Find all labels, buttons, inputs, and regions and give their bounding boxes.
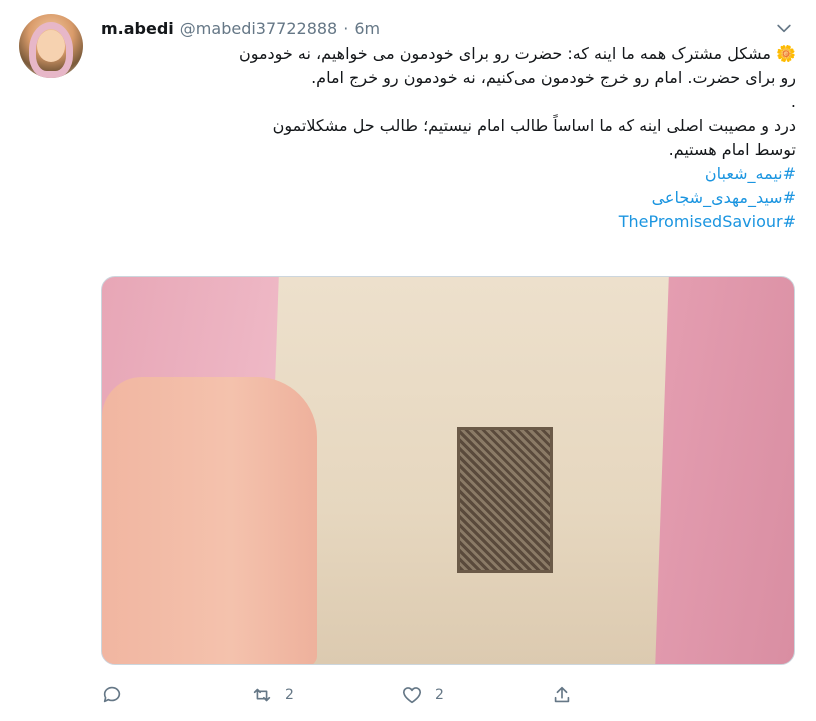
- avatar[interactable]: [19, 14, 83, 78]
- like-count: 2: [435, 687, 444, 703]
- like-button[interactable]: 2: [401, 684, 551, 706]
- avatar-face: [37, 30, 65, 62]
- author-handle[interactable]: @mabedi37722888: [180, 19, 337, 38]
- chevron-down-icon[interactable]: [774, 18, 794, 38]
- tweet-timestamp[interactable]: 6m: [354, 19, 380, 38]
- book-cover-illustration: [457, 427, 553, 573]
- hand: [102, 377, 317, 664]
- hashtag-link[interactable]: #سید_مهدی_شجاعی: [101, 186, 796, 210]
- tweet-line: 🌼 مشکل مشترک همه ما اینه که: حضرت رو برا…: [238, 44, 796, 63]
- retweet-icon: [253, 688, 271, 702]
- tweet-line: .: [790, 92, 796, 111]
- heart-icon: [402, 687, 422, 704]
- hashtag-link[interactable]: #نیمه_شعبان: [101, 162, 796, 186]
- separator-dot: ·: [343, 18, 349, 38]
- retweet-button[interactable]: 2: [251, 684, 401, 706]
- share-icon: [554, 686, 570, 703]
- share-button[interactable]: [551, 684, 701, 706]
- author-name[interactable]: m.abedi: [101, 19, 174, 38]
- tweet-image[interactable]: [101, 276, 795, 665]
- reply-button[interactable]: [101, 684, 251, 706]
- tweet-line: درد و مصیبت اصلی اینه که ما اساساً طالب …: [272, 116, 796, 135]
- tweet-line: رو برای حضرت. امام رو خرج خودمون می‌کنیم…: [311, 68, 796, 87]
- tweet-actions: 2 2: [101, 680, 701, 710]
- tweet-text: 🌼 مشکل مشترک همه ما اینه که: حضرت رو برا…: [101, 42, 796, 234]
- hashtag-link[interactable]: #ThePromisedSaviour: [101, 210, 796, 234]
- tweet-header: m.abedi @mabedi37722888 · 6m: [101, 17, 796, 39]
- retweet-count: 2: [285, 687, 294, 703]
- tweet-line: توسط امام هستیم.: [668, 140, 796, 159]
- reply-icon: [103, 686, 121, 703]
